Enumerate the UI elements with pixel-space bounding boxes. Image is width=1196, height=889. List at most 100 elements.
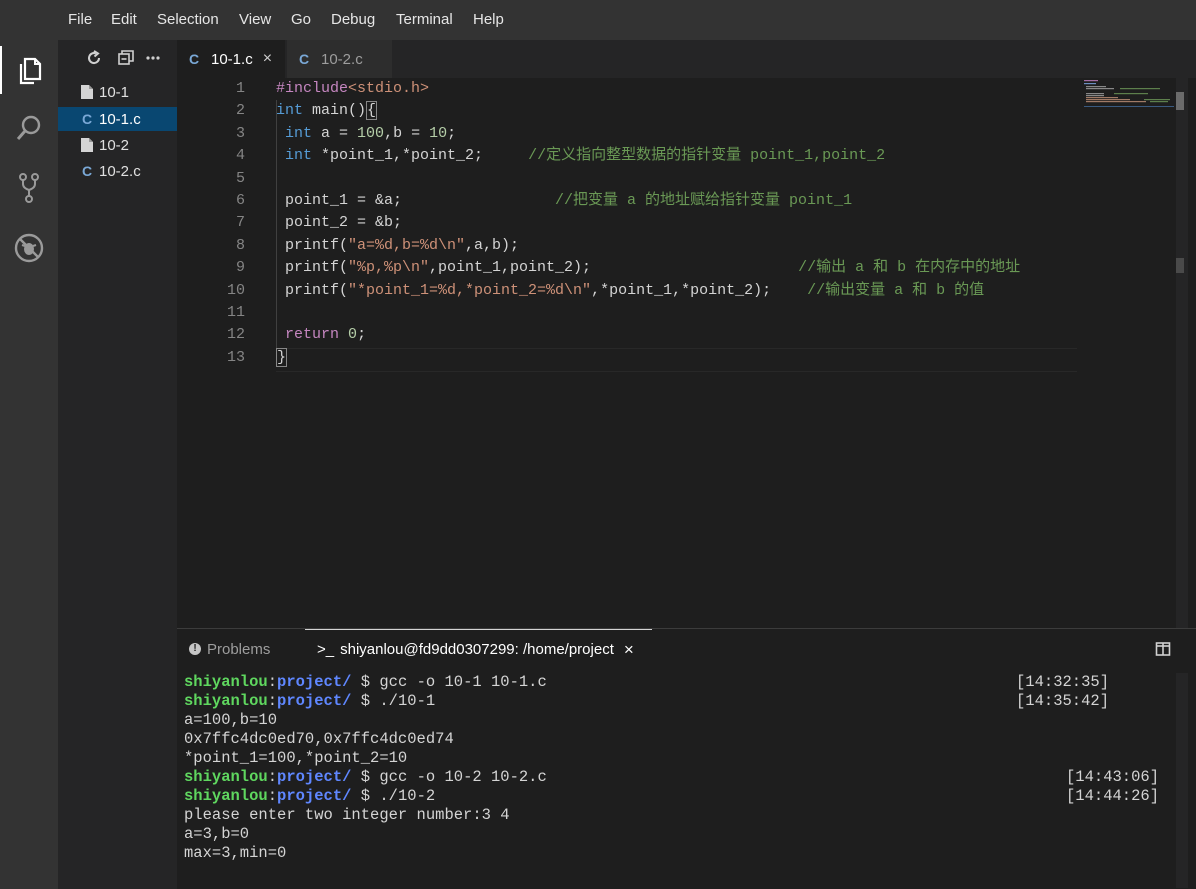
- terminal-line: a=100,b=10: [184, 711, 1174, 730]
- file-icon: [81, 85, 93, 99]
- files-icon[interactable]: [0, 46, 58, 94]
- code-token: ;: [447, 124, 457, 142]
- tab-10-1-c[interactable]: C 10-1.c ×: [177, 40, 285, 78]
- line-number: 12: [226, 326, 245, 344]
- terminal-command: $ gcc -o 10-1 10-1.c: [351, 673, 547, 691]
- code-token: int: [285, 147, 313, 165]
- code-line: 5: [177, 168, 1177, 190]
- code-token: 0: [348, 326, 358, 344]
- refresh-icon[interactable]: [83, 48, 105, 68]
- search-icon[interactable]: [0, 104, 58, 152]
- terminal-path: project/: [277, 787, 352, 805]
- menu-go[interactable]: Go: [291, 11, 311, 28]
- code-line: 9 printf("%p,%p\n",point_1,point_2); //输…: [177, 257, 1177, 279]
- code-token: a =: [312, 124, 358, 142]
- terminal-timestamp: [14:43:06]: [1066, 768, 1160, 786]
- more-actions-icon[interactable]: [142, 48, 164, 68]
- code-token: //输出变量 a 和 b 的值: [807, 281, 985, 299]
- code-token: #include: [276, 80, 349, 97]
- scrollbar-marker: [1176, 258, 1184, 273]
- code-token: point_2 = &b;: [276, 214, 403, 232]
- terminal-icon: >_: [317, 641, 335, 658]
- terminal-separator: :: [267, 768, 278, 786]
- close-icon[interactable]: ×: [624, 640, 634, 660]
- menu-view[interactable]: View: [239, 11, 271, 28]
- code-token: int: [276, 102, 304, 120]
- code-token: "a=%d,b=%d\n": [348, 236, 466, 254]
- close-icon[interactable]: ×: [263, 50, 272, 68]
- code-line: 13}: [177, 347, 1177, 369]
- menu-file[interactable]: File: [68, 11, 92, 28]
- terminal-user: shiyanlou: [184, 787, 268, 805]
- menu-selection[interactable]: Selection: [157, 11, 219, 28]
- file-icon: [81, 138, 93, 152]
- code-line: 4 int *point_1,*point_2; //定义指向整型数据的指针变量…: [177, 145, 1177, 167]
- source-control-icon[interactable]: [0, 164, 58, 212]
- terminal-output[interactable]: shiyanlou:project/ $ gcc -o 10-1 10-1.c[…: [184, 673, 1174, 863]
- menu-help[interactable]: Help: [473, 11, 504, 28]
- split-panel-icon[interactable]: [1155, 641, 1171, 657]
- code-token: ;: [357, 326, 367, 344]
- problems-label: Problems: [207, 640, 271, 658]
- code-line: 11: [177, 302, 1177, 324]
- code-editor[interactable]: 1 #include<stdio.h> 2 int main(){3 int a = …: [177, 78, 1196, 628]
- code-text: }: [276, 347, 288, 369]
- terminal-separator: :: [267, 673, 278, 691]
- line-number: 2: [235, 102, 245, 120]
- code-line: 10 printf("*point_1=%d,*point_2=%d\n",*p…: [177, 280, 1177, 302]
- terminal-output-text: a=100,b=10: [184, 711, 278, 729]
- code-text: int *point_1,*point_2; //定义指向整型数据的指针变量 p…: [276, 145, 885, 167]
- tab-label: 10-2.c: [321, 50, 363, 68]
- code-token: ,b =: [384, 124, 430, 142]
- menu-edit[interactable]: Edit: [111, 11, 137, 28]
- file-name: 10-2: [99, 136, 130, 154]
- file-item-10-1[interactable]: 10-1: [58, 80, 177, 104]
- editor-tab-bar: C 10-1.c × C 10-2.c: [177, 40, 1196, 78]
- file-item-10-1-c[interactable]: C 10-1.c: [58, 107, 177, 131]
- code-token: printf(: [276, 259, 349, 277]
- code-token: int: [285, 124, 313, 142]
- menu-debug[interactable]: Debug: [331, 11, 375, 28]
- terminal-scrollbar[interactable]: [1176, 673, 1188, 888]
- terminal-output-text: max=3,min=0: [184, 844, 287, 862]
- info-icon: !: [189, 643, 201, 655]
- minimap[interactable]: [1084, 78, 1176, 108]
- code-token: *point_1,*point_2;: [312, 147, 529, 165]
- terminal-user: shiyanlou: [184, 673, 268, 691]
- tab-10-2-c[interactable]: C 10-2.c: [287, 40, 392, 78]
- code-token: return: [285, 326, 340, 344]
- code-token: printf(: [276, 281, 349, 299]
- line-number: 8: [235, 236, 245, 254]
- terminal-timestamp: [14:32:35]: [1016, 673, 1110, 691]
- editor-scrollbar[interactable]: [1176, 78, 1188, 628]
- code-line: 7 point_2 = &b;: [177, 212, 1177, 234]
- code-token: ,*point_1,*point_2);: [591, 281, 808, 299]
- code-line: 8 printf("a=%d,b=%d\n",a,b);: [177, 235, 1177, 257]
- menu-terminal[interactable]: Terminal: [396, 11, 453, 28]
- code-text: point_1 = &a; //把变量 a 的地址赋给指针变量 point_1: [276, 190, 852, 212]
- terminal-path: project/: [277, 692, 352, 710]
- terminal-line: shiyanlou:project/ $ ./10-2 [14:44:26]: [184, 787, 1174, 806]
- line-number: 1: [235, 80, 245, 97]
- file-item-10-2-c[interactable]: C 10-2.c: [58, 159, 177, 183]
- bottom-panel: ! Problems >_ shiyanlou@fd9dd0307299: /h…: [177, 628, 1196, 889]
- terminal-path: project/: [277, 673, 352, 691]
- terminal-command: $ ./10-1: [351, 692, 436, 710]
- code-token: }: [276, 347, 288, 367]
- code-token: point_1 = &a;: [276, 192, 556, 209]
- file-item-10-2[interactable]: 10-2: [58, 133, 177, 157]
- line-number: 10: [226, 281, 245, 299]
- scrollbar-thumb[interactable]: [1176, 92, 1184, 110]
- code-token: 10: [429, 124, 448, 142]
- tab-terminal[interactable]: >_ shiyanlou@fd9dd0307299: /home/project…: [305, 629, 652, 669]
- terminal-line: shiyanlou:project/ $ gcc -o 10-2 10-2.c […: [184, 768, 1174, 787]
- tab-problems[interactable]: ! Problems: [189, 629, 270, 669]
- terminal-separator: :: [267, 692, 278, 710]
- terminal-path: project/: [277, 768, 352, 786]
- terminal-command: $ ./10-2: [351, 787, 436, 805]
- debug-icon[interactable]: [0, 224, 58, 272]
- collapse-all-icon[interactable]: [115, 48, 137, 68]
